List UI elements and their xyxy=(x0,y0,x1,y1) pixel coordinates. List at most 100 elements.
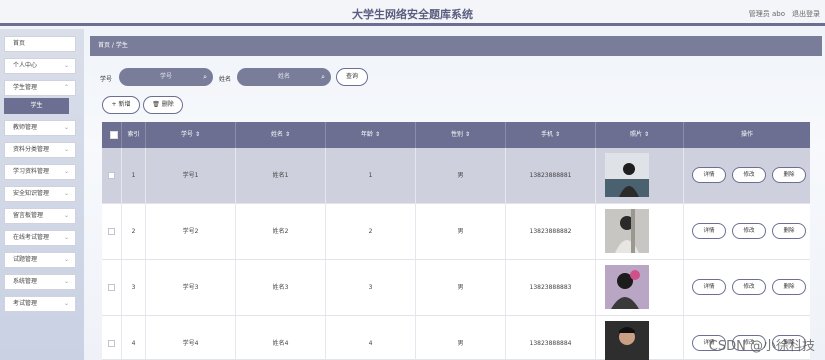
sort-icon: ⇕ xyxy=(554,131,560,138)
header-label: 照片 xyxy=(630,131,643,138)
cell-index: 3 xyxy=(122,260,146,316)
sidebar: 首页 个人中心 ⌄ 学生管理 ⌃ 学生 教师管理 ⌄ 资料分类管理 ⌄ 学习资料管理 ⌄ … xyxy=(0,29,84,360)
detail-button[interactable]: 详情 xyxy=(692,167,726,183)
cell-gender: 男 xyxy=(416,260,506,316)
row-checkbox[interactable] xyxy=(108,228,115,235)
cell-photo xyxy=(596,148,684,204)
table-row[interactable]: 1 学号1 姓名1 1 男 13823888881 详情 修改 删除 xyxy=(102,148,810,204)
student-photo[interactable] xyxy=(605,209,649,253)
sidebar-item-home[interactable]: 首页 xyxy=(4,36,76,52)
cell-actions: 详情 修改 删除 xyxy=(684,204,810,260)
sidebar-item-label: 试题管理 xyxy=(13,256,38,263)
chevron-down-icon: ⌄ xyxy=(63,62,69,69)
sidebar-item-materials[interactable]: 学习资料管理 ⌄ xyxy=(4,164,76,180)
row-checkbox[interactable] xyxy=(108,284,115,291)
search-bar: 学号 学号 ⌕ 姓名 姓名 ⌕ 查询 xyxy=(90,68,490,88)
cell-gender: 男 xyxy=(416,316,506,360)
chevron-down-icon: ⌄ xyxy=(63,300,69,307)
sidebar-item-system[interactable]: 系统管理 ⌄ xyxy=(4,274,76,290)
sidebar-item-questions[interactable]: 试题管理 ⌄ xyxy=(4,252,76,268)
delete-button[interactable]: 删除 xyxy=(772,167,806,183)
student-id-input[interactable]: 学号 ⌕ xyxy=(119,68,213,86)
cell-age: 2 xyxy=(326,204,416,260)
sidebar-item-label: 学生管理 xyxy=(13,84,38,91)
column-header-photo[interactable]: 照片 ⇕ xyxy=(596,122,684,148)
sidebar-item-profile[interactable]: 个人中心 ⌄ xyxy=(4,58,76,74)
cell-name: 姓名1 xyxy=(236,148,326,204)
cell-student-id: 学号2 xyxy=(146,204,236,260)
sidebar-item-exams[interactable]: 考试管理 ⌄ xyxy=(4,296,76,312)
search-icon: ⌕ xyxy=(203,73,207,81)
column-header-gender[interactable]: 性别 ⇕ xyxy=(416,122,506,148)
column-header-phone[interactable]: 手机 ⇕ xyxy=(506,122,596,148)
logout-link[interactable]: 退出登录 xyxy=(792,9,820,19)
cell-actions: 详情 修改 删除 xyxy=(684,148,810,204)
column-header-name[interactable]: 姓名 ⇕ xyxy=(236,122,326,148)
sidebar-item-online-exam[interactable]: 在线考试管理 ⌄ xyxy=(4,230,76,246)
cell-student-id: 学号1 xyxy=(146,148,236,204)
row-checkbox[interactable] xyxy=(108,172,115,179)
sort-icon: ⇕ xyxy=(643,131,649,138)
sidebar-item-label: 留言板管理 xyxy=(13,212,44,219)
cell-gender: 男 xyxy=(416,148,506,204)
sidebar-item-material-category[interactable]: 资料分类管理 ⌄ xyxy=(4,142,76,158)
table-row[interactable]: 3 学号3 姓名3 3 男 13823888883 详情 修改 删除 xyxy=(102,260,810,316)
row-select-cell xyxy=(102,316,122,360)
sort-icon: ⇕ xyxy=(194,131,200,138)
trash-icon: 🗑 xyxy=(152,101,160,108)
students-table: 索引 学号 ⇕ 姓名 ⇕ 年龄 ⇕ 性别 ⇕ 手机 ⇕ 照片 ⇕ 操作 1 学号… xyxy=(102,122,810,360)
sidebar-subitem-student[interactable]: 学生 xyxy=(4,98,69,114)
select-all-checkbox[interactable] xyxy=(110,131,118,139)
search-button[interactable]: 查询 xyxy=(336,68,368,86)
sidebar-item-label: 首页 xyxy=(13,40,26,47)
header-label: 学号 xyxy=(181,131,194,138)
chevron-down-icon: ⌄ xyxy=(63,256,69,263)
cell-photo xyxy=(596,260,684,316)
delete-button[interactable]: 删除 xyxy=(772,279,806,295)
top-bar: 大学生网络安全题库系统 管理员 abo 退出登录 xyxy=(0,0,825,26)
chevron-down-icon: ⌄ xyxy=(63,146,69,153)
chevron-down-icon: ⌄ xyxy=(63,278,69,285)
row-select-cell xyxy=(102,260,122,316)
header-label: 性别 xyxy=(451,131,464,138)
edit-button[interactable]: 修改 xyxy=(732,223,766,239)
table-row[interactable]: 2 学号2 姓名2 2 男 13823888882 详情 修改 删除 xyxy=(102,204,810,260)
row-select-cell xyxy=(102,148,122,204)
cell-age: 3 xyxy=(326,260,416,316)
cell-photo xyxy=(596,204,684,260)
edit-button[interactable]: 修改 xyxy=(732,279,766,295)
row-checkbox[interactable] xyxy=(108,340,115,347)
name-label: 姓名 xyxy=(219,76,232,83)
current-user[interactable]: 管理员 abo xyxy=(749,9,785,19)
sidebar-item-students[interactable]: 学生管理 ⌃ xyxy=(4,80,76,96)
watermark: CSDN @小徐科技 xyxy=(708,339,815,354)
sidebar-item-teachers[interactable]: 教师管理 ⌄ xyxy=(4,120,76,136)
delete-selected-button[interactable]: 🗑 删除 xyxy=(143,96,183,114)
search-icon: ⌕ xyxy=(321,73,325,81)
student-photo[interactable] xyxy=(605,153,649,197)
sort-icon: ⇕ xyxy=(284,131,290,138)
column-header-age[interactable]: 年龄 ⇕ xyxy=(326,122,416,148)
sidebar-item-label: 系统管理 xyxy=(13,278,38,285)
chevron-up-icon: ⌃ xyxy=(63,84,69,91)
table-header: 索引 学号 ⇕ 姓名 ⇕ 年龄 ⇕ 性别 ⇕ 手机 ⇕ 照片 ⇕ 操作 xyxy=(102,122,810,148)
detail-button[interactable]: 详情 xyxy=(692,223,726,239)
add-button[interactable]: + 新增 xyxy=(102,96,140,114)
header-label: 姓名 xyxy=(271,131,284,138)
cell-phone: 13823888881 xyxy=(506,148,596,204)
table-row[interactable]: 4 学号4 姓名4 4 男 13823888884 详情 修改 删除 xyxy=(102,316,810,360)
select-all-cell[interactable] xyxy=(102,122,122,148)
column-header-student-id[interactable]: 学号 ⇕ xyxy=(146,122,236,148)
student-photo[interactable] xyxy=(605,321,649,360)
sidebar-item-security-knowledge[interactable]: 安全知识管理 ⌄ xyxy=(4,186,76,202)
delete-selected-label: 删除 xyxy=(161,101,174,108)
student-photo[interactable] xyxy=(605,265,649,309)
name-input[interactable]: 姓名 ⌕ xyxy=(237,68,331,86)
cell-phone: 13823888883 xyxy=(506,260,596,316)
student-id-placeholder: 学号 xyxy=(159,73,172,80)
name-placeholder: 姓名 xyxy=(277,73,290,80)
edit-button[interactable]: 修改 xyxy=(732,167,766,183)
delete-button[interactable]: 删除 xyxy=(772,223,806,239)
sidebar-item-messages[interactable]: 留言板管理 ⌄ xyxy=(4,208,76,224)
detail-button[interactable]: 详情 xyxy=(692,279,726,295)
